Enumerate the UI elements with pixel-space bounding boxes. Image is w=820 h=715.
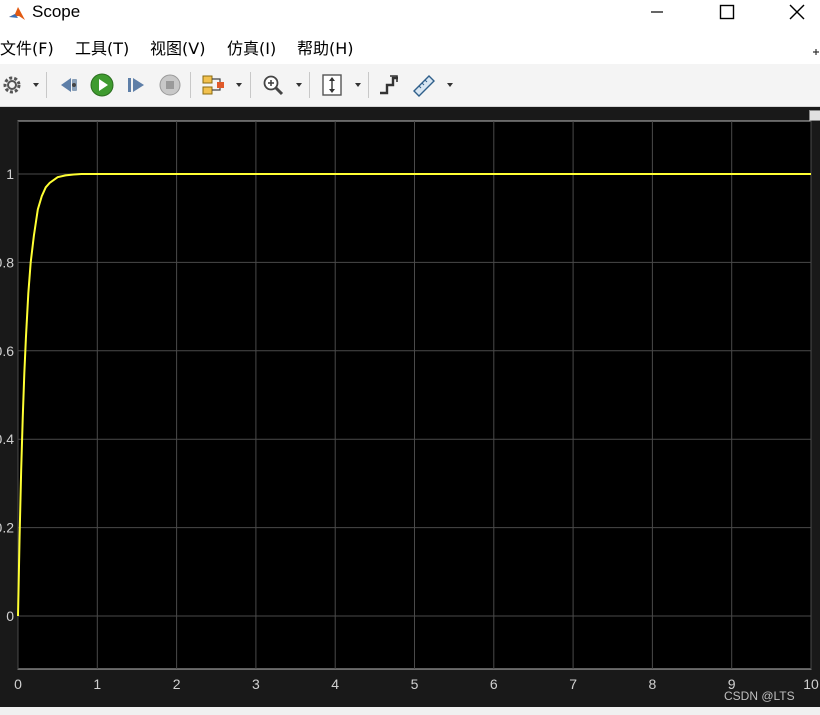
x-tick-labels: 0 1 2 3 4 5 6 7 8 9 10	[14, 676, 819, 692]
measure-dropdown-icon[interactable]	[447, 83, 453, 87]
x-tick-label: 7	[569, 676, 577, 692]
zoom-dropdown-icon[interactable]	[296, 83, 302, 87]
close-button[interactable]	[774, 0, 820, 24]
maximize-button[interactable]	[704, 0, 750, 24]
x-tick-label: 10	[803, 676, 819, 692]
highlight-block-button[interactable]	[199, 71, 227, 99]
settings-dropdown-icon[interactable]	[33, 83, 39, 87]
measure-button[interactable]	[410, 71, 438, 99]
window-title: Scope	[32, 2, 81, 21]
scale-dropdown-icon[interactable]	[355, 83, 361, 87]
menu-simulation[interactable]: 仿真(I)	[227, 39, 276, 59]
x-tick-label: 4	[331, 676, 339, 692]
step-back-button[interactable]	[56, 71, 82, 99]
scope-plot[interactable]: 012345678910 00.20.40.60.81	[0, 107, 820, 707]
restore-layout-button[interactable]	[376, 71, 402, 99]
step-back-icon	[61, 78, 77, 92]
toolbar-separator	[309, 72, 310, 98]
toolbar-separator	[190, 72, 191, 98]
menu-file[interactable]: 文件(F)	[0, 39, 54, 59]
zoom-button[interactable]	[259, 71, 287, 99]
toolbar-separator	[368, 72, 369, 98]
x-tick-label: 8	[649, 676, 657, 692]
restore-layout-icon	[380, 75, 398, 95]
minimize-button[interactable]	[634, 0, 680, 24]
stop-icon	[159, 74, 181, 96]
maximize-icon	[719, 4, 735, 20]
toolbar	[0, 64, 820, 107]
menu-bar: 文件(F) 工具(T) 视图(V) 仿真(I) 帮助(H)	[0, 32, 820, 64]
y-tick-label: 1	[6, 166, 14, 182]
step-forward-button[interactable]	[123, 71, 149, 99]
step-forward-icon	[128, 78, 144, 92]
zoom-icon	[263, 75, 284, 96]
y-tick-label: 0	[6, 608, 14, 624]
x-tick-label: 6	[490, 676, 498, 692]
y-tick-labels: 0 0.2 0.4 0.6 0.8 1	[0, 166, 14, 624]
settings-button[interactable]	[0, 71, 24, 99]
measure-icon	[413, 75, 435, 97]
scale-axes-button[interactable]	[318, 71, 346, 99]
close-icon	[789, 4, 805, 20]
highlight-block-icon	[202, 75, 224, 95]
watermark: CSDN @LTS	[724, 689, 795, 703]
y-tick-label: 0.2	[0, 520, 14, 536]
status-bar	[0, 707, 820, 715]
y-tick-label: 0.6	[0, 343, 14, 359]
menu-help[interactable]: 帮助(H)	[297, 39, 354, 59]
settings-icon	[3, 76, 21, 94]
menu-pin-icon[interactable]	[812, 48, 820, 56]
minimize-icon	[651, 11, 663, 13]
x-tick-label: 3	[252, 676, 260, 692]
y-tick-label: 0.4	[0, 431, 14, 447]
x-tick-label: 5	[411, 676, 419, 692]
scale-axes-icon	[322, 74, 342, 96]
x-tick-label: 1	[93, 676, 101, 692]
stop-button[interactable]	[157, 71, 183, 99]
toolbar-separator	[46, 72, 47, 98]
matlab-logo-icon	[9, 7, 25, 20]
title-bar: Scope	[0, 0, 820, 32]
x-tick-label: 0	[14, 676, 22, 692]
x-tick-label: 2	[173, 676, 181, 692]
run-icon	[90, 73, 114, 97]
highlight-dropdown-icon[interactable]	[236, 83, 242, 87]
run-button[interactable]	[89, 71, 115, 99]
y-tick-label: 0.8	[0, 254, 14, 270]
toolbar-separator	[250, 72, 251, 98]
menu-view[interactable]: 视图(V)	[150, 39, 205, 59]
menu-tools[interactable]: 工具(T)	[75, 39, 129, 59]
